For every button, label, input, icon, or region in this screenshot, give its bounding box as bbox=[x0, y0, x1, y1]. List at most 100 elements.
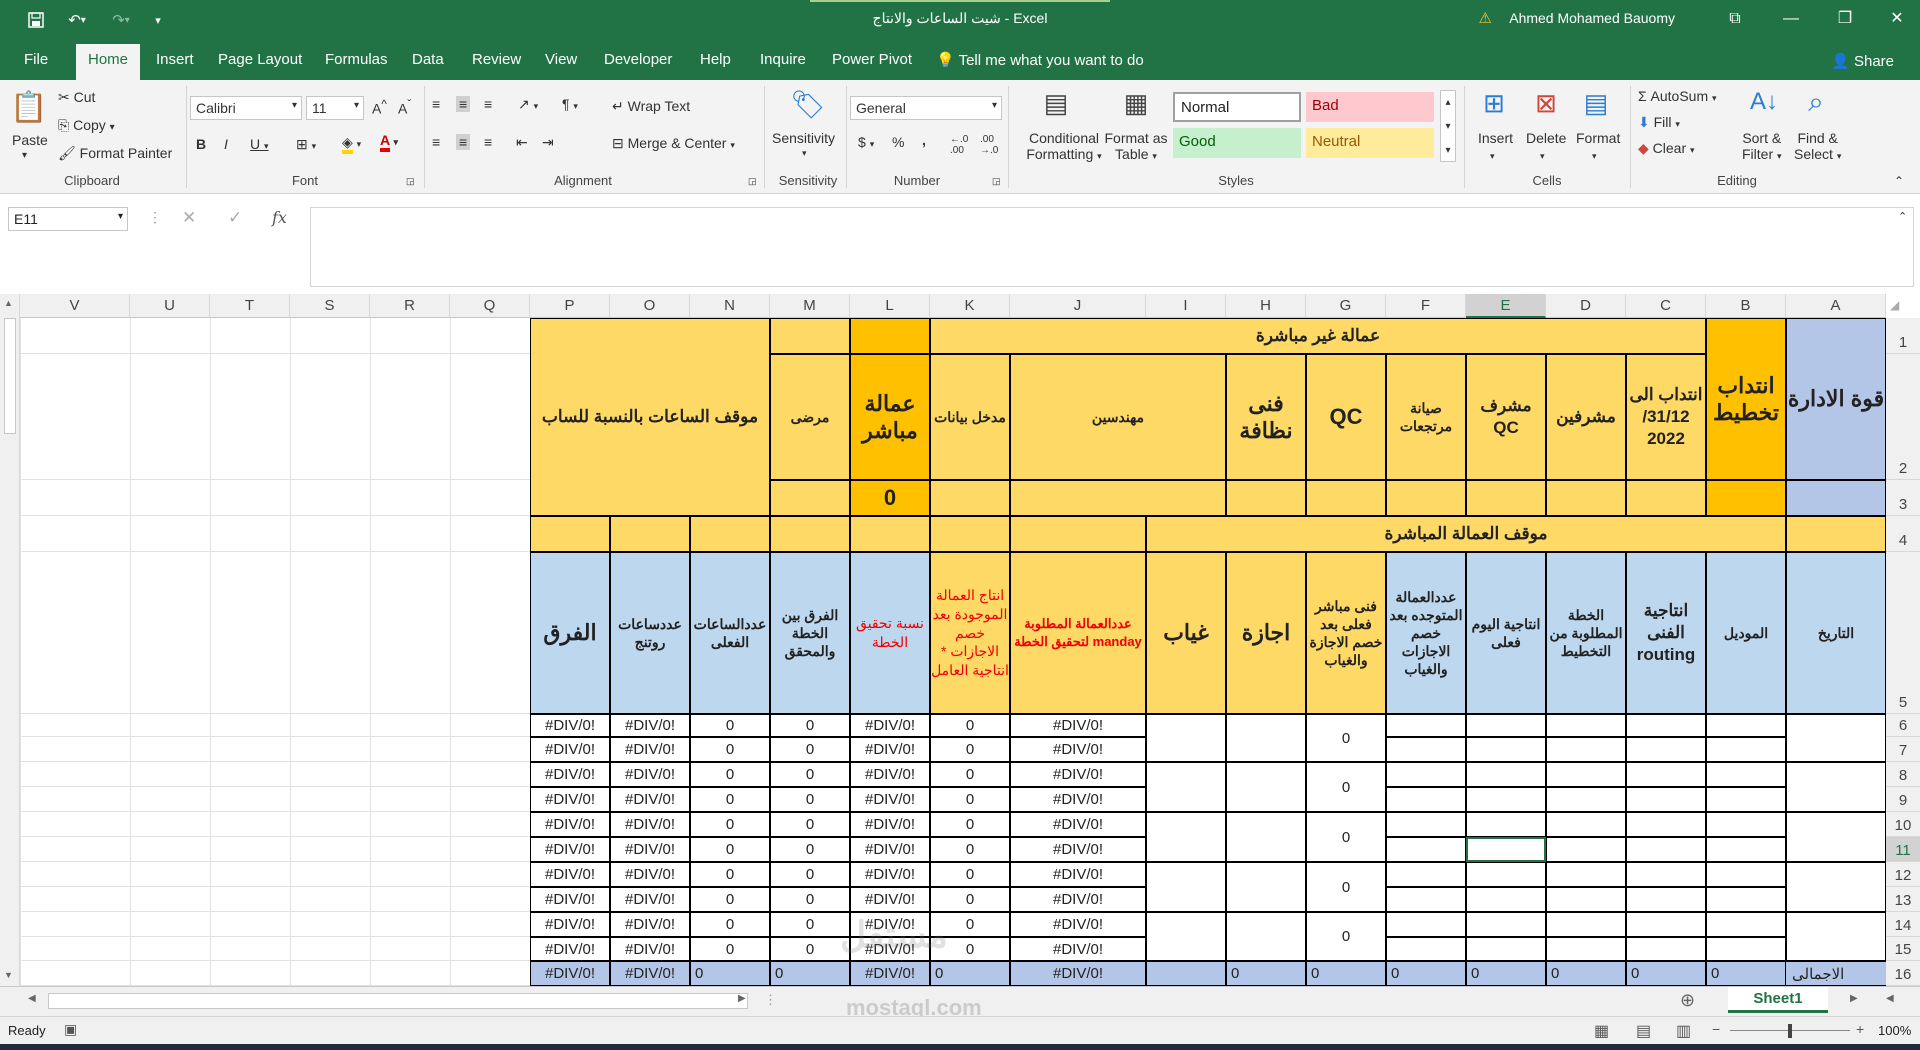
number-dialog-launcher-icon[interactable]: ◲ bbox=[992, 176, 1001, 187]
cell-d7[interactable] bbox=[1546, 737, 1626, 762]
column-header-u[interactable]: U bbox=[130, 294, 210, 318]
cell-j10[interactable]: #DIV/0! bbox=[1010, 812, 1146, 837]
align-top-icon[interactable]: ≡ bbox=[432, 96, 440, 112]
cell-e16-total[interactable]: 0 bbox=[1466, 961, 1546, 986]
row-header-12[interactable]: 12 bbox=[1886, 862, 1920, 887]
column-header-t[interactable]: T bbox=[210, 294, 290, 318]
cell-f3[interactable] bbox=[1386, 480, 1466, 516]
cell-b15[interactable] bbox=[1706, 937, 1786, 961]
cell-g10-direct-count[interactable]: 0 bbox=[1306, 812, 1386, 862]
cell-g8-direct-count[interactable]: 0 bbox=[1306, 762, 1386, 812]
column-header-g[interactable]: G bbox=[1306, 294, 1386, 318]
align-middle-icon[interactable]: ≡ bbox=[456, 96, 471, 112]
row-header-13[interactable]: 13 bbox=[1886, 887, 1920, 912]
vertical-scroll-thumb[interactable] bbox=[4, 318, 16, 434]
tab-page-layout[interactable]: Page Layout bbox=[218, 51, 302, 68]
tab-split-handle-icon[interactable]: ⋮ bbox=[764, 992, 777, 1008]
increase-indent-icon[interactable]: ⇥ bbox=[542, 134, 554, 151]
cell-m11[interactable]: 0 bbox=[770, 837, 850, 862]
font-size-select[interactable]: 11 ▾ bbox=[306, 96, 364, 120]
header-actual-daily-productivity[interactable]: انتاجية اليوم فعلى bbox=[1466, 552, 1546, 714]
sort-filter-button[interactable]: Sort & Filter ▾ bbox=[1742, 130, 1782, 162]
cell-e8[interactable] bbox=[1466, 762, 1546, 787]
column-header-m[interactable]: M bbox=[770, 294, 850, 318]
cell-j12[interactable]: #DIV/0! bbox=[1010, 862, 1146, 887]
cell-g2-qc[interactable]: QC bbox=[1306, 354, 1386, 480]
cell-c13[interactable] bbox=[1626, 887, 1706, 912]
header-plan-achievement-rate[interactable]: نسبة تحقيق الخطة bbox=[850, 552, 930, 714]
header-leave[interactable]: اجازة bbox=[1226, 552, 1306, 714]
cell-j14[interactable]: #DIV/0! bbox=[1010, 912, 1146, 937]
cell-d3[interactable] bbox=[1546, 480, 1626, 516]
normal-view-icon[interactable]: ▦ bbox=[1594, 1021, 1609, 1041]
decrease-decimal-icon[interactable]: .00 →.0 bbox=[980, 134, 998, 156]
zoom-out-icon[interactable]: − bbox=[1712, 1021, 1720, 1037]
cell-engineers[interactable]: مهندسين bbox=[1010, 354, 1226, 480]
cell-e7[interactable] bbox=[1466, 737, 1546, 762]
cell-d11[interactable] bbox=[1546, 837, 1626, 862]
number-format-select[interactable]: General ▾ bbox=[850, 96, 1002, 120]
sensitivity-dropdown-icon[interactable]: ▾ bbox=[802, 148, 807, 159]
cell-e6[interactable] bbox=[1466, 714, 1546, 737]
cell-b3[interactable] bbox=[1706, 480, 1786, 516]
column-header-o[interactable]: O bbox=[610, 294, 690, 318]
cell-j11[interactable]: #DIV/0! bbox=[1010, 837, 1146, 862]
font-name-select[interactable]: Calibri ▾ bbox=[190, 96, 302, 120]
cell-o11[interactable]: #DIV/0! bbox=[610, 837, 690, 862]
cell-o16-total[interactable]: #DIV/0! bbox=[610, 961, 690, 986]
percent-icon[interactable]: % bbox=[892, 134, 904, 150]
cell-m14[interactable]: 0 bbox=[770, 912, 850, 937]
cell-n8[interactable]: 0 bbox=[690, 762, 770, 787]
vertical-scrollbar[interactable]: ▲ ▼ bbox=[0, 294, 20, 986]
cancel-entry-icon[interactable]: ✕ bbox=[182, 208, 196, 228]
header-actual-hours[interactable]: عددالساعات الفعلى bbox=[690, 552, 770, 714]
sensitivity-icon[interactable]: 🏷 bbox=[788, 88, 828, 121]
cell-c12[interactable] bbox=[1626, 862, 1706, 887]
underline-icon[interactable]: U ▾ bbox=[250, 136, 269, 152]
zoom-slider-thumb[interactable] bbox=[1788, 1024, 1792, 1038]
column-header-a[interactable]: A bbox=[1786, 294, 1886, 318]
row-header-9[interactable]: 9 bbox=[1886, 787, 1920, 812]
page-break-view-icon[interactable]: ▥ bbox=[1676, 1021, 1691, 1041]
tab-review[interactable]: Review bbox=[472, 51, 521, 68]
cell-d10[interactable] bbox=[1546, 812, 1626, 837]
wrap-text-button[interactable]: ↵ Wrap Text bbox=[612, 98, 690, 115]
cell-k3[interactable] bbox=[930, 480, 1010, 516]
cell-h16-total[interactable]: 0 bbox=[1226, 961, 1306, 986]
user-name[interactable]: Ahmed Mohamed Bauomy bbox=[1509, 10, 1675, 26]
cell-m8[interactable]: 0 bbox=[770, 762, 850, 787]
borders-icon[interactable]: ⊞ ▾ bbox=[296, 136, 316, 153]
selected-cell-e11[interactable] bbox=[1466, 837, 1546, 862]
cell-f16-total[interactable]: 0 bbox=[1386, 961, 1466, 986]
styles-gallery-scroll[interactable]: ▴ ▾ ▾ bbox=[1440, 90, 1456, 162]
cell-n6[interactable]: 0 bbox=[690, 714, 770, 737]
cell-p16-total[interactable]: #DIV/0! bbox=[530, 961, 610, 986]
tab-insert[interactable]: Insert bbox=[156, 51, 194, 68]
cell-h14[interactable] bbox=[1226, 912, 1306, 961]
maximize-icon[interactable]: ❐ bbox=[1822, 6, 1868, 32]
cell-l9[interactable]: #DIV/0! bbox=[850, 787, 930, 812]
cell-k11[interactable]: 0 bbox=[930, 837, 1010, 862]
cell-k2-data-entry[interactable]: مدخل بيانات bbox=[930, 354, 1010, 480]
style-normal[interactable]: Normal bbox=[1173, 92, 1301, 122]
row-header-3[interactable]: 3 bbox=[1886, 480, 1920, 516]
cell-n4[interactable] bbox=[690, 516, 770, 552]
row-header-6[interactable]: 6 bbox=[1886, 714, 1920, 737]
cell-d13[interactable] bbox=[1546, 887, 1626, 912]
cell-f9[interactable] bbox=[1386, 787, 1466, 812]
cell-b6[interactable] bbox=[1706, 714, 1786, 737]
format-cells-icon[interactable]: ▤ bbox=[1578, 88, 1614, 119]
header-workers-output[interactable]: انتاج العمالة الموجودة بعد خصم الاجازات … bbox=[930, 552, 1010, 714]
cell-f2-returns-maintenance[interactable]: صيانة مرتجعات bbox=[1386, 354, 1466, 480]
cell-a3[interactable] bbox=[1786, 480, 1886, 516]
collapse-formula-bar-icon[interactable]: ⌃ bbox=[1898, 210, 1907, 223]
cell-p13[interactable]: #DIV/0! bbox=[530, 887, 610, 912]
cell-p10[interactable]: #DIV/0! bbox=[530, 812, 610, 837]
cell-l10[interactable]: #DIV/0! bbox=[850, 812, 930, 837]
style-good[interactable]: Good bbox=[1173, 128, 1301, 158]
scroll-right-icon[interactable]: ▶ bbox=[738, 993, 746, 1004]
scroll-up-icon[interactable]: ▲ bbox=[4, 298, 13, 308]
cell-k16-total[interactable]: 0 bbox=[930, 961, 1010, 986]
cell-b8[interactable] bbox=[1706, 762, 1786, 787]
cell-k10[interactable]: 0 bbox=[930, 812, 1010, 837]
